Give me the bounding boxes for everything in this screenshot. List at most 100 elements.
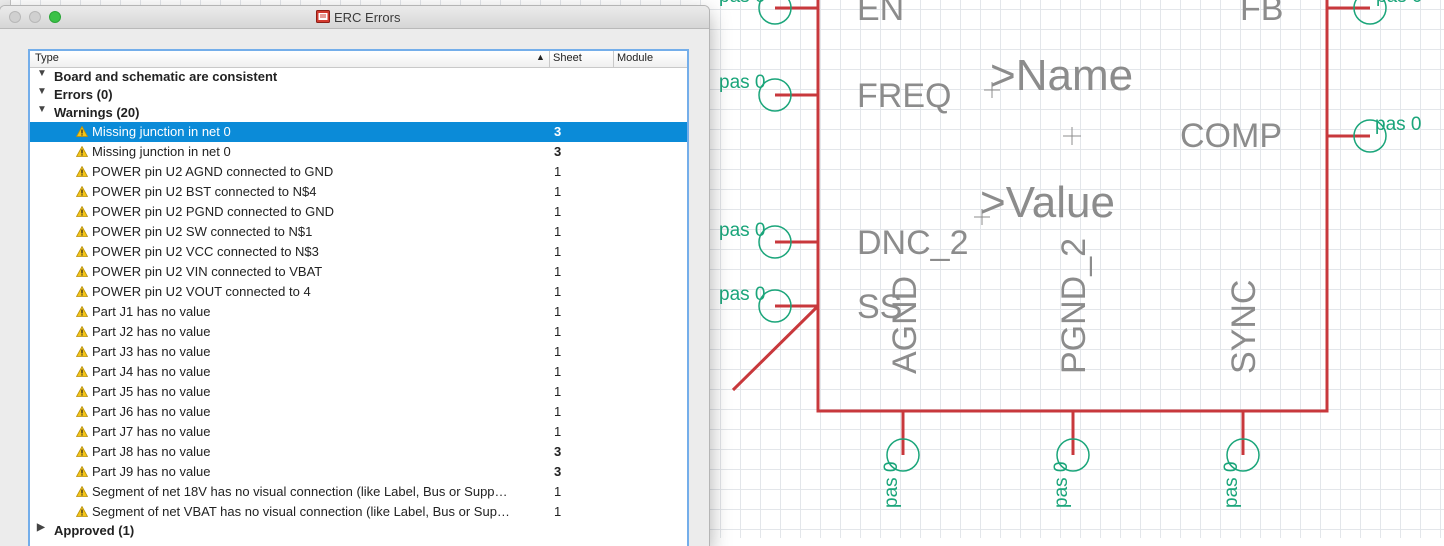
warning-sheet: 1 bbox=[554, 164, 562, 179]
warning-sheet: 1 bbox=[554, 404, 562, 419]
warning-sheet: 3 bbox=[554, 144, 562, 159]
warning-text: Part J3 has no value bbox=[92, 344, 211, 359]
group-approved[interactable]: ▶ Approved (1) bbox=[30, 522, 687, 540]
column-sheet[interactable]: Sheet bbox=[553, 52, 582, 64]
close-button[interactable] bbox=[9, 11, 21, 23]
warning-row[interactable]: POWER pin U2 SW connected to N$1 1 bbox=[30, 222, 687, 242]
warning-row[interactable]: Part J9 has no value 3 bbox=[30, 462, 687, 482]
warning-sheet: 1 bbox=[554, 484, 562, 499]
erc-app-icon bbox=[316, 10, 330, 23]
name-placeholder: >Name bbox=[990, 51, 1133, 100]
warning-icon bbox=[76, 326, 88, 337]
warning-sheet: 1 bbox=[554, 424, 562, 439]
warning-icon bbox=[76, 306, 88, 317]
warning-text: POWER pin U2 VIN connected to VBAT bbox=[92, 264, 323, 279]
warning-row[interactable]: POWER pin U2 AGND connected to GND 1 bbox=[30, 162, 687, 182]
warning-sheet: 1 bbox=[554, 364, 562, 379]
pas-label: pas 0 bbox=[1375, 114, 1421, 135]
warning-sheet: 1 bbox=[554, 224, 562, 239]
warning-row[interactable]: Part J8 has no value 3 bbox=[30, 442, 687, 462]
warning-row[interactable]: Part J1 has no value 1 bbox=[30, 302, 687, 322]
warning-text: POWER pin U2 BST connected to N$4 bbox=[92, 184, 317, 199]
warning-icon bbox=[76, 386, 88, 397]
window-title: ERC Errors bbox=[334, 10, 401, 25]
pin-name-sync: SYNC bbox=[1225, 280, 1263, 374]
warning-row[interactable]: POWER pin U2 VOUT connected to 4 1 bbox=[30, 282, 687, 302]
pin-name-agnd: AGND bbox=[886, 276, 924, 374]
warning-sheet: 1 bbox=[554, 504, 562, 519]
warning-icon bbox=[76, 146, 88, 157]
warning-sheet: 1 bbox=[554, 264, 562, 279]
warning-row[interactable]: Part J4 has no value 1 bbox=[30, 362, 687, 382]
pin-name-pgnd2: PGND_2 bbox=[1055, 238, 1093, 374]
zoom-button[interactable] bbox=[49, 11, 61, 23]
warning-icon bbox=[76, 166, 88, 177]
warning-row[interactable]: Segment of net VBAT has no visual connec… bbox=[30, 502, 687, 522]
warning-sheet: 1 bbox=[554, 304, 562, 319]
warning-sheet: 1 bbox=[554, 284, 562, 299]
warning-row[interactable]: Part J6 has no value 1 bbox=[30, 402, 687, 422]
warning-icon bbox=[76, 206, 88, 217]
warning-text: Part J9 has no value bbox=[92, 464, 211, 479]
warning-text: Part J8 has no value bbox=[92, 444, 211, 459]
warning-sheet: 1 bbox=[554, 184, 562, 199]
warning-icon bbox=[76, 406, 88, 417]
warning-text: POWER pin U2 PGND connected to GND bbox=[92, 204, 335, 219]
warning-sheet: 1 bbox=[554, 204, 562, 219]
warning-text: Missing junction in net 0 bbox=[92, 124, 231, 139]
warning-icon bbox=[76, 226, 88, 237]
warning-icon bbox=[76, 186, 88, 197]
warning-row[interactable]: Part J3 has no value 1 bbox=[30, 342, 687, 362]
warning-sheet: 1 bbox=[554, 384, 562, 399]
pas-label: pas 0 bbox=[1376, 0, 1422, 7]
warning-row[interactable]: Missing junction in net 0 3 bbox=[30, 142, 687, 162]
warning-icon bbox=[76, 286, 88, 297]
warning-row[interactable]: POWER pin U2 BST connected to N$4 1 bbox=[30, 182, 687, 202]
warning-text: Part J2 has no value bbox=[92, 324, 211, 339]
warning-text: POWER pin U2 VOUT connected to 4 bbox=[92, 284, 311, 299]
warning-row[interactable]: Part J7 has no value 1 bbox=[30, 422, 687, 442]
value-placeholder: >Value bbox=[980, 178, 1115, 227]
expanded-triangle-icon[interactable]: ▼ bbox=[37, 68, 47, 79]
pas-label: pas 0 bbox=[1221, 462, 1242, 508]
group-warnings[interactable]: ▼ Warnings (20) bbox=[30, 104, 687, 122]
warning-icon bbox=[76, 466, 88, 477]
pas-label: pas 0 bbox=[881, 462, 902, 508]
warning-icon bbox=[76, 266, 88, 277]
warning-sheet: 1 bbox=[554, 244, 562, 259]
pin-name-freq: FREQ bbox=[857, 77, 951, 115]
erc-tree-view[interactable]: Type ▲ Sheet Module ▼ Board and schemati… bbox=[28, 49, 689, 546]
window-titlebar[interactable]: ERC Errors bbox=[0, 6, 709, 29]
warning-text: POWER pin U2 SW connected to N$1 bbox=[92, 224, 313, 239]
warning-icon bbox=[76, 446, 88, 457]
sort-up-icon[interactable]: ▲ bbox=[536, 52, 545, 62]
warning-icon bbox=[76, 486, 88, 497]
column-module[interactable]: Module bbox=[617, 52, 653, 64]
warning-row[interactable]: Part J2 has no value 1 bbox=[30, 322, 687, 342]
group-consistent[interactable]: ▼ Board and schematic are consistent bbox=[30, 68, 687, 86]
column-type[interactable]: Type bbox=[35, 52, 59, 64]
pas-label: pas 0 bbox=[719, 72, 765, 93]
warning-sheet: 3 bbox=[554, 464, 562, 479]
expanded-triangle-icon[interactable]: ▼ bbox=[37, 104, 47, 115]
collapsed-triangle-icon[interactable]: ▶ bbox=[37, 522, 45, 533]
warning-row[interactable]: POWER pin U2 PGND connected to GND 1 bbox=[30, 202, 687, 222]
warning-sheet: 1 bbox=[554, 324, 562, 339]
warning-row[interactable]: Missing junction in net 0 3 bbox=[30, 122, 687, 142]
warning-text: POWER pin U2 VCC connected to N$3 bbox=[92, 244, 319, 259]
pin-name-dnc2: DNC_2 bbox=[857, 224, 968, 262]
warning-text: Part J6 has no value bbox=[92, 404, 211, 419]
expanded-triangle-icon[interactable]: ▼ bbox=[37, 86, 47, 97]
pin-name-comp: COMP bbox=[1180, 117, 1282, 155]
warning-sheet: 3 bbox=[554, 444, 562, 459]
warning-icon bbox=[76, 246, 88, 257]
minimize-button[interactable] bbox=[29, 11, 41, 23]
warning-row[interactable]: Segment of net 18V has no visual connect… bbox=[30, 482, 687, 502]
pas-label: pas 0 bbox=[719, 0, 765, 7]
warning-list: Missing junction in net 0 3 Missing juncti… bbox=[30, 122, 687, 522]
warning-row[interactable]: Part J5 has no value 1 bbox=[30, 382, 687, 402]
group-errors[interactable]: ▼ Errors (0) bbox=[30, 86, 687, 104]
warning-row[interactable]: POWER pin U2 VCC connected to N$3 1 bbox=[30, 242, 687, 262]
pin-name-fb: FB bbox=[1240, 0, 1283, 28]
warning-row[interactable]: POWER pin U2 VIN connected to VBAT 1 bbox=[30, 262, 687, 282]
